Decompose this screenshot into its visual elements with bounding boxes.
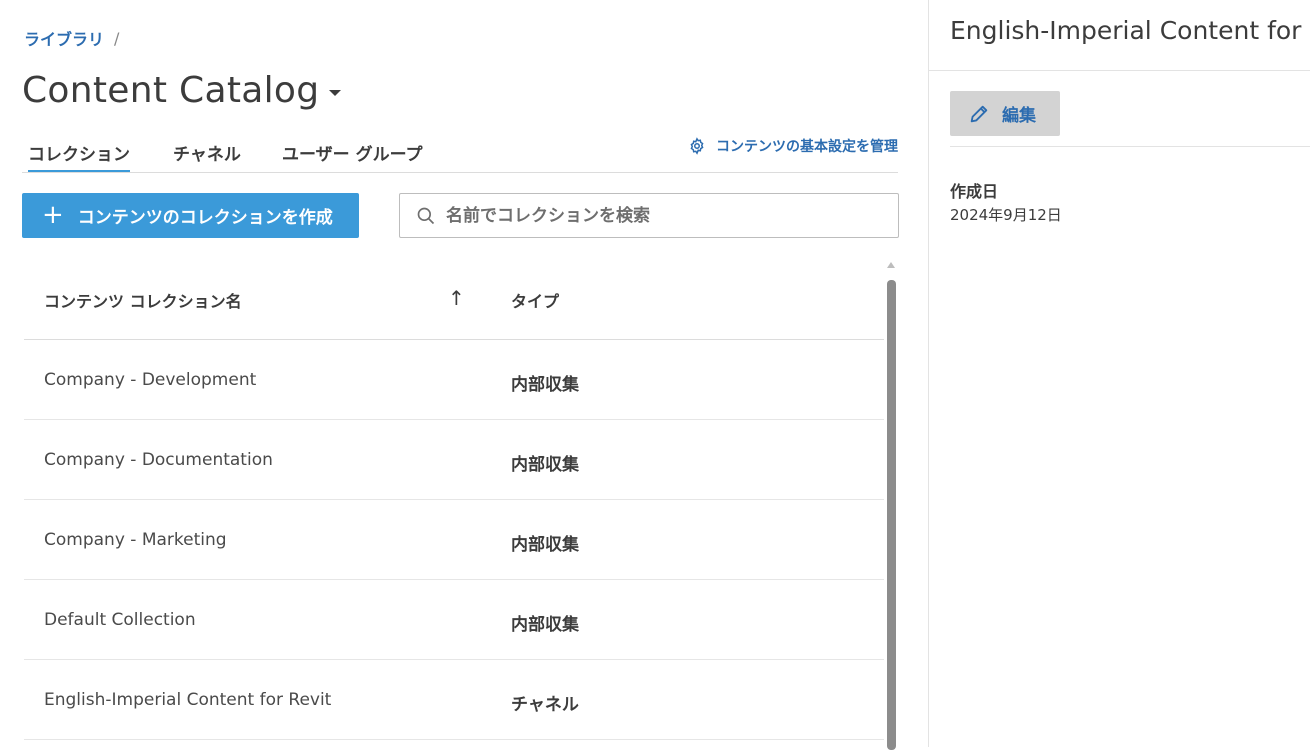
search-input[interactable] xyxy=(446,205,866,226)
tab-collections[interactable]: コレクション xyxy=(28,140,130,172)
tab-channels[interactable]: チャネル xyxy=(173,140,241,172)
table-header: コンテンツ コレクション名 ↑ タイプ xyxy=(24,258,884,340)
collection-type: 内部収集 xyxy=(511,535,579,555)
manage-link-label: コンテンツの基本設定を管理 xyxy=(716,139,898,155)
table-scrollbar[interactable] xyxy=(886,262,896,750)
table-row[interactable]: Default Collection 内部収集 xyxy=(24,580,884,660)
table-row[interactable]: Company - Documentation 内部収集 xyxy=(24,420,884,500)
tab-bar: コレクション チャネル ユーザー グループ コンテンツの基本設定を管理 xyxy=(22,136,898,173)
create-button-label: コンテンツのコレクションを作成 xyxy=(77,208,333,228)
table-row[interactable]: Company - Marketing 内部収集 xyxy=(24,500,884,580)
plus-icon: + xyxy=(42,199,64,230)
detail-panel: English-Imperial Content for Revit 編集 作成… xyxy=(928,0,1310,747)
collection-name: Company - Marketing xyxy=(44,530,227,550)
collection-type: チャネル xyxy=(511,695,579,715)
search-icon xyxy=(417,207,435,224)
table-row[interactable]: Company - Development 内部収集 xyxy=(24,340,884,420)
collections-table: コンテンツ コレクション名 ↑ タイプ Company - Developmen… xyxy=(24,258,884,740)
page-title: Content Catalog xyxy=(22,70,320,111)
create-collection-button[interactable]: + コンテンツのコレクションを作成 xyxy=(22,193,359,238)
created-date-value: 2024年9月12日 xyxy=(950,206,1062,224)
scrollbar-thumb[interactable] xyxy=(887,280,896,750)
gear-icon xyxy=(690,137,704,155)
detail-title: English-Imperial Content for Revit xyxy=(950,16,1310,45)
detail-divider xyxy=(950,146,1310,147)
tab-user-groups[interactable]: ユーザー グループ xyxy=(282,140,423,172)
collection-name: Company - Documentation xyxy=(44,450,273,470)
breadcrumb-separator: / xyxy=(114,28,120,48)
manage-content-settings-link[interactable]: コンテンツの基本設定を管理 xyxy=(688,136,898,156)
sort-ascending-icon[interactable]: ↑ xyxy=(448,286,465,310)
column-header-name[interactable]: コンテンツ コレクション名 xyxy=(44,288,242,312)
column-header-type[interactable]: タイプ xyxy=(511,288,559,312)
pencil-icon xyxy=(970,105,988,122)
collection-type: 内部収集 xyxy=(511,455,579,475)
created-date-label: 作成日 xyxy=(950,182,999,201)
search-box[interactable] xyxy=(399,193,899,238)
breadcrumb: ライブラリ / xyxy=(24,26,119,50)
scroll-up-arrow-icon[interactable] xyxy=(887,262,895,268)
detail-divider xyxy=(929,70,1310,71)
edit-button-label: 編集 xyxy=(1002,106,1036,126)
collections-panel: ライブラリ / Content Catalog コレクション チャネル ユーザー… xyxy=(0,0,928,750)
page-title-dropdown[interactable]: Content Catalog xyxy=(22,70,342,111)
caret-down-icon xyxy=(329,89,342,96)
edit-button[interactable]: 編集 xyxy=(950,91,1060,136)
collection-name: Default Collection xyxy=(44,610,196,630)
collection-type: 内部収集 xyxy=(511,375,579,395)
collection-name: English-Imperial Content for Revit xyxy=(44,690,332,710)
collection-type: 内部収集 xyxy=(511,615,579,635)
breadcrumb-library-link[interactable]: ライブラリ xyxy=(24,26,104,50)
collection-name: Company - Development xyxy=(44,370,257,390)
table-row[interactable]: English-Imperial Content for Revit チャネル xyxy=(24,660,884,740)
